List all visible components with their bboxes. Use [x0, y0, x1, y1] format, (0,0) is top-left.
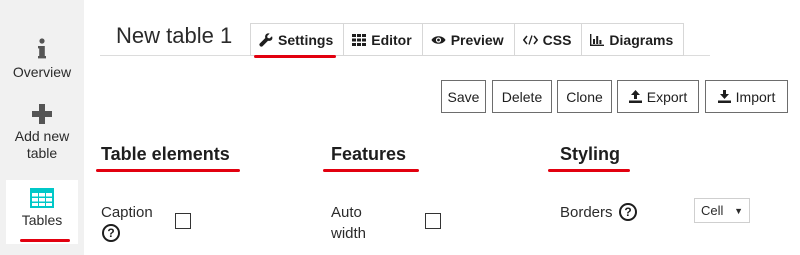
tab-settings[interactable]: Settings: [250, 23, 344, 56]
borders-select[interactable]: Cell ▼: [694, 198, 750, 223]
sidebar-item-label: Add new table: [14, 128, 70, 161]
sidebar-item-label: Tables: [21, 212, 63, 228]
borders-label: Borders: [560, 204, 613, 221]
tab-bar: Settings Editor Preview CSS Diagrams: [250, 23, 685, 56]
caption-help-icon[interactable]: ?: [102, 224, 120, 242]
upload-icon: [628, 90, 642, 103]
tab-css[interactable]: CSS: [513, 23, 582, 56]
sidebar-item-tables[interactable]: Tables: [6, 180, 78, 244]
tab-label: Diagrams: [609, 31, 674, 48]
borders-select-value: Cell: [701, 203, 724, 218]
section-underline: [323, 169, 419, 172]
import-label: Import: [735, 88, 776, 105]
caret-down-icon: ▼: [734, 206, 743, 216]
bar-chart-icon: [590, 33, 605, 46]
section-underline: [548, 169, 630, 172]
tab-editor[interactable]: Editor: [343, 23, 422, 56]
tab-label: Preview: [450, 31, 504, 48]
tab-diagrams[interactable]: Diagrams: [581, 23, 685, 56]
auto-width-checkbox[interactable]: [425, 213, 441, 229]
auto-width-label: Auto width: [331, 204, 367, 242]
export-button[interactable]: Export: [617, 80, 699, 113]
active-indicator: [20, 239, 70, 242]
section-heading-styling: Styling: [560, 144, 621, 164]
section-heading-table-elements: Table elements: [101, 144, 230, 164]
sidebar-item-overview[interactable]: Overview: [0, 38, 84, 81]
delete-button[interactable]: Delete: [492, 80, 552, 113]
import-button[interactable]: Import: [705, 80, 788, 113]
tab-label: Settings: [278, 31, 334, 48]
info-icon: [38, 38, 46, 59]
borders-help-icon[interactable]: ?: [619, 203, 637, 221]
sidebar-item-add-new-table[interactable]: Add new table: [0, 104, 84, 162]
export-label: Export: [646, 88, 688, 105]
save-button[interactable]: Save: [441, 80, 486, 113]
eye-icon: [431, 35, 446, 44]
sidebar: Overview Add new table Tables: [0, 0, 84, 255]
caption-checkbox[interactable]: [175, 213, 191, 229]
section-underline: [96, 169, 240, 172]
sidebar-item-label: Overview: [12, 64, 72, 80]
grid-icon: [352, 33, 367, 46]
clone-button[interactable]: Clone: [557, 80, 612, 113]
caption-label: Caption: [101, 204, 153, 221]
wrench-icon: [259, 32, 273, 47]
download-icon: [717, 90, 731, 103]
plus-icon: [32, 104, 52, 124]
page-title: New table 1: [116, 23, 233, 48]
tab-preview[interactable]: Preview: [421, 23, 514, 56]
section-heading-features: Features: [331, 144, 407, 164]
tab-label: Editor: [371, 31, 412, 48]
table-grid-icon: [30, 188, 54, 208]
active-tab-indicator: [254, 55, 336, 58]
tab-label: CSS: [542, 31, 572, 48]
code-icon: [522, 34, 538, 45]
